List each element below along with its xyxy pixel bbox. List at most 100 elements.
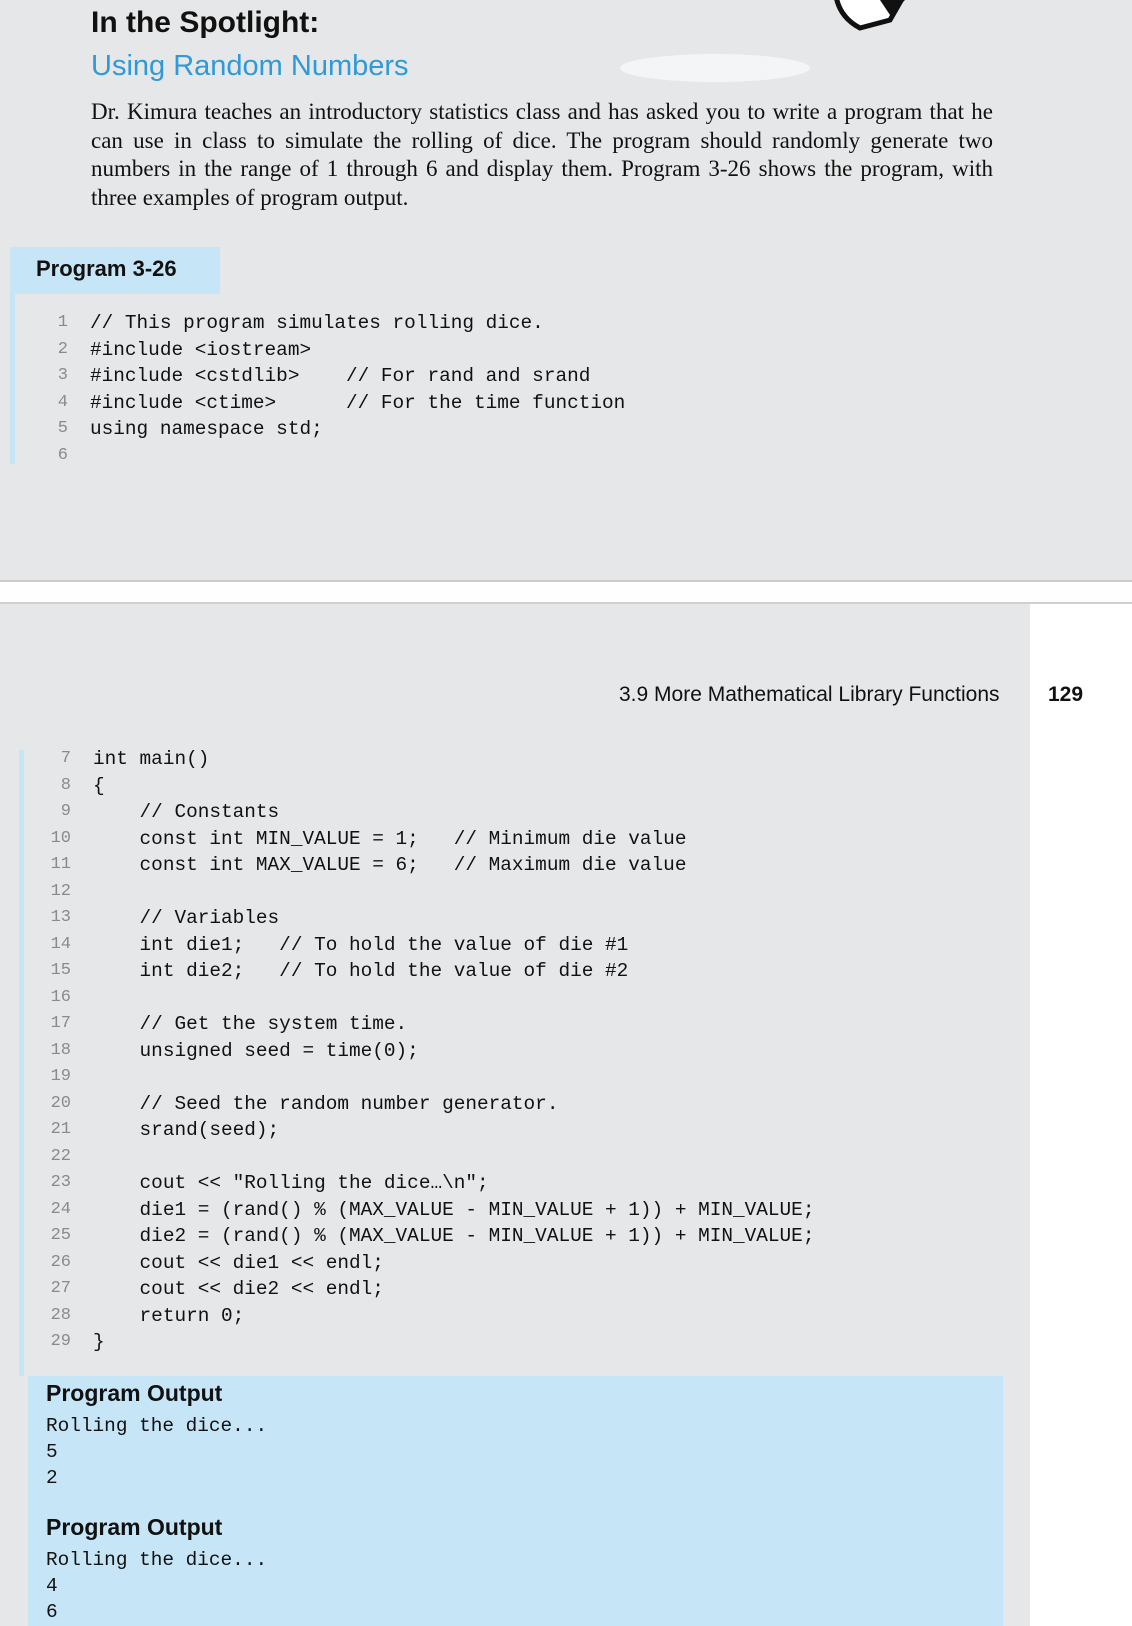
line-number: 21 bbox=[50, 1120, 71, 1139]
code-text: { bbox=[93, 774, 105, 797]
code-text: cout << die2 << endl; bbox=[93, 1278, 384, 1300]
code-listing-part-1: 1 // This program simulates rolling dice.… bbox=[30, 310, 930, 469]
code-line: 1 // This program simulates rolling dice. bbox=[30, 310, 930, 337]
code-line: 7 int main() bbox=[33, 746, 993, 773]
code-line: 18 unsigned seed = time(0); bbox=[33, 1038, 993, 1065]
code-text: // Variables bbox=[93, 907, 280, 929]
line-number: 22 bbox=[50, 1146, 71, 1166]
code-text: #include <iostream> bbox=[90, 338, 312, 361]
code-line: 12 bbox=[33, 879, 993, 906]
spotlight-icon bbox=[620, 0, 905, 82]
line-number: 26 bbox=[50, 1252, 71, 1272]
code-text: int die2; // To hold the value of die #2 bbox=[93, 960, 629, 982]
code-line: 4 #include <ctime> // For the time functi… bbox=[30, 390, 930, 417]
code-line: 15 int die2; // To hold the value of die… bbox=[33, 958, 993, 985]
line-number: 15 bbox=[50, 961, 71, 980]
code-text: srand(seed); bbox=[93, 1119, 280, 1141]
code-text: const int MIN_VALUE = 1; // Minimum die … bbox=[93, 827, 687, 850]
code-line: 21 srand(seed); bbox=[33, 1117, 993, 1144]
output-line: 5 bbox=[46, 1441, 58, 1463]
code-accent-bar-bottom bbox=[19, 750, 24, 1376]
line-number: 13 bbox=[50, 908, 71, 927]
line-number: 12 bbox=[50, 881, 71, 901]
code-text: // Get the system time. bbox=[93, 1013, 408, 1035]
code-line: 10 const int MIN_VALUE = 1; // Minimum d… bbox=[33, 826, 993, 853]
line-number: 10 bbox=[50, 828, 71, 848]
line-number: 23 bbox=[50, 1173, 71, 1192]
line-number: 18 bbox=[50, 1040, 71, 1060]
code-text: die2 = (rand() % (MAX_VALUE - MIN_VALUE … bbox=[93, 1225, 815, 1247]
code-text: die1 = (rand() % (MAX_VALUE - MIN_VALUE … bbox=[93, 1198, 815, 1221]
code-line: 22 bbox=[33, 1144, 993, 1171]
output-line: 2 bbox=[46, 1467, 58, 1489]
code-line: 9 // Constants bbox=[33, 799, 993, 826]
program-output-box bbox=[28, 1376, 1003, 1626]
line-number: 11 bbox=[50, 855, 71, 874]
spotlight-title: In the Spotlight: bbox=[91, 6, 320, 39]
line-number: 1 bbox=[57, 313, 68, 332]
code-line: 19 bbox=[33, 1064, 993, 1091]
code-line: 24 die1 = (rand() % (MAX_VALUE - MIN_VAL… bbox=[33, 1197, 993, 1224]
code-line: 13 // Variables bbox=[33, 905, 993, 932]
output-line: 6 bbox=[46, 1601, 58, 1623]
code-text: // Seed the random number generator. bbox=[93, 1092, 559, 1115]
line-number: 29 bbox=[50, 1332, 71, 1351]
code-text: } bbox=[93, 1331, 105, 1353]
output-line: Rolling the dice... bbox=[46, 1549, 268, 1571]
code-accent-bar-top bbox=[10, 294, 15, 464]
code-line: 17 // Get the system time. bbox=[33, 1011, 993, 1038]
line-number: 6 bbox=[57, 445, 68, 465]
line-number: 3 bbox=[57, 366, 68, 385]
code-text: cout << die1 << endl; bbox=[93, 1251, 384, 1274]
code-text: // Constants bbox=[93, 801, 280, 823]
line-number: 14 bbox=[50, 934, 71, 954]
output-line: Rolling the dice... bbox=[46, 1415, 268, 1437]
line-number: 7 bbox=[60, 749, 71, 768]
program-label: Program 3-26 bbox=[10, 247, 220, 294]
code-line: 20 // Seed the random number generator. bbox=[33, 1091, 993, 1118]
code-text: cout << "Rolling the dice…\n"; bbox=[93, 1172, 489, 1194]
line-number: 9 bbox=[60, 802, 71, 821]
code-text: #include <cstdlib> // For rand and srand bbox=[90, 365, 591, 387]
code-text: using namespace std; bbox=[90, 418, 323, 440]
code-line: 14 int die1; // To hold the value of die… bbox=[33, 932, 993, 959]
line-number: 28 bbox=[50, 1305, 71, 1325]
line-number: 19 bbox=[50, 1067, 71, 1086]
line-number: 2 bbox=[57, 339, 68, 359]
line-number: 4 bbox=[57, 392, 68, 412]
intro-paragraph: Dr. Kimura teaches an introductory stati… bbox=[91, 99, 993, 210]
output-line: 4 bbox=[46, 1575, 58, 1597]
page-break bbox=[0, 580, 1132, 604]
code-line: 27 cout << die2 << endl; bbox=[33, 1276, 993, 1303]
code-line: 23 cout << "Rolling the dice…\n"; bbox=[33, 1170, 993, 1197]
line-number: 17 bbox=[50, 1014, 71, 1033]
spotlight-subtitle: Using Random Numbers bbox=[91, 50, 409, 82]
code-text: #include <ctime> // For the time functio… bbox=[90, 391, 626, 414]
line-number: 24 bbox=[50, 1199, 71, 1219]
section-header: 3.9 More Mathematical Library Functions bbox=[619, 683, 1000, 706]
output-heading: Program Output bbox=[46, 1380, 223, 1406]
line-number: 5 bbox=[57, 419, 68, 438]
line-number: 16 bbox=[50, 987, 71, 1007]
code-text: const int MAX_VALUE = 6; // Maximum die … bbox=[93, 854, 687, 876]
line-number: 20 bbox=[50, 1093, 71, 1113]
code-line: 11 const int MAX_VALUE = 6; // Maximum d… bbox=[33, 852, 993, 879]
code-line: 29} bbox=[33, 1329, 993, 1356]
code-line: 3 #include <cstdlib> // For rand and sran… bbox=[30, 363, 930, 390]
line-number: 25 bbox=[50, 1226, 71, 1245]
code-line: 5 using namespace std; bbox=[30, 416, 930, 443]
output-heading: Program Output bbox=[46, 1514, 223, 1540]
code-line: 28 return 0; bbox=[33, 1303, 993, 1330]
code-text: int die1; // To hold the value of die #1 bbox=[93, 933, 629, 956]
page-number: 129 bbox=[1048, 683, 1084, 706]
code-text: // This program simulates rolling dice. bbox=[90, 312, 544, 334]
code-text: unsigned seed = time(0); bbox=[93, 1039, 419, 1062]
code-line: 16 bbox=[33, 985, 993, 1012]
code-line: 26 cout << die1 << endl; bbox=[33, 1250, 993, 1277]
code-line: 8{ bbox=[33, 773, 993, 800]
code-text: return 0; bbox=[93, 1304, 245, 1327]
code-text: int main() bbox=[93, 748, 210, 770]
code-listing-part-2: 7 int main() 8{9 // Constants 10 const int … bbox=[33, 746, 993, 1356]
line-number: 27 bbox=[50, 1279, 71, 1298]
code-line: 25 die2 = (rand() % (MAX_VALUE - MIN_VAL… bbox=[33, 1223, 993, 1250]
